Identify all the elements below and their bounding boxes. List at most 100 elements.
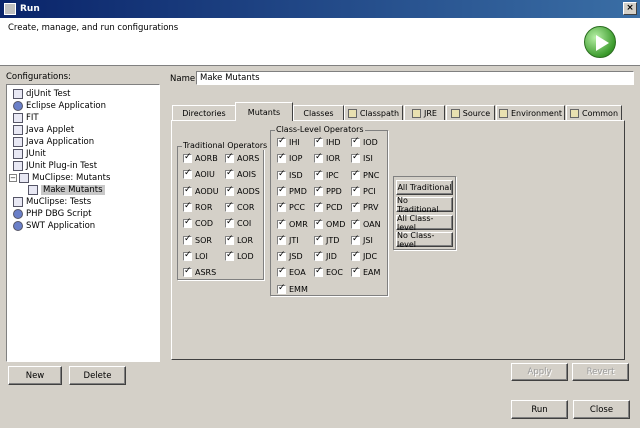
operator-checkbox-ihd[interactable]: IHD — [314, 136, 341, 147]
tab-environment[interactable]: Environment — [496, 105, 565, 120]
checkbox-checked-icon[interactable] — [351, 218, 360, 229]
tab-mutants[interactable]: Mutants — [235, 102, 293, 121]
checkbox-checked-icon[interactable] — [314, 234, 323, 245]
operator-checkbox-aorb[interactable]: AORB — [183, 152, 218, 163]
checkbox-checked-icon[interactable] — [314, 185, 323, 196]
operator-checkbox-loi[interactable]: LOI — [183, 250, 208, 261]
checkbox-checked-icon[interactable] — [314, 136, 323, 147]
checkbox-checked-icon[interactable] — [277, 266, 286, 278]
operator-checkbox-cod[interactable]: COD — [183, 217, 213, 229]
operator-checkbox-aoiu[interactable]: AOIU — [183, 168, 215, 180]
tab-classes[interactable]: Classes — [293, 105, 344, 120]
operator-checkbox-ihi[interactable]: IHI — [277, 136, 300, 147]
operator-checkbox-pmd[interactable]: PMD — [277, 185, 307, 196]
checkbox-checked-icon[interactable] — [225, 185, 234, 196]
configurations-tree[interactable]: djUnit Test Eclipse Application FIT Java Ap… — [6, 84, 160, 362]
operator-checkbox-pcd[interactable]: PCD — [314, 201, 343, 213]
checkbox-checked-icon[interactable] — [183, 201, 192, 212]
tab-classpath[interactable]: Classpath — [344, 105, 403, 120]
operator-checkbox-sor[interactable]: SOR — [183, 234, 212, 245]
tab-source[interactable]: Source — [446, 105, 495, 120]
collapse-icon[interactable]: − — [9, 174, 17, 182]
checkbox-checked-icon[interactable] — [277, 185, 286, 196]
checkbox-checked-icon[interactable] — [277, 136, 286, 147]
tree-item[interactable]: JUnit — [13, 148, 46, 160]
operator-checkbox-eoc[interactable]: EOC — [314, 266, 343, 278]
operator-checkbox-asrs[interactable]: ASRS — [183, 266, 216, 278]
checkbox-checked-icon[interactable] — [277, 152, 286, 164]
checkbox-checked-icon[interactable] — [183, 234, 192, 245]
window-close-button[interactable]: × — [623, 2, 637, 15]
checkbox-checked-icon[interactable] — [183, 152, 192, 163]
apply-button[interactable]: Apply — [511, 363, 568, 381]
operator-checkbox-ior[interactable]: IOR — [314, 152, 340, 164]
checkbox-checked-icon[interactable] — [277, 201, 286, 213]
operator-checkbox-aois[interactable]: AOIS — [225, 168, 256, 180]
operator-checkbox-eam[interactable]: EAM — [351, 266, 380, 278]
checkbox-checked-icon[interactable] — [351, 185, 360, 196]
checkbox-checked-icon[interactable] — [277, 218, 286, 229]
tree-item[interactable]: − MuClipse: Mutants — [9, 172, 110, 184]
checkbox-checked-icon[interactable] — [351, 234, 360, 245]
checkbox-checked-icon[interactable] — [351, 266, 360, 278]
checkbox-checked-icon[interactable] — [277, 169, 286, 180]
operator-checkbox-aors[interactable]: AORS — [225, 152, 259, 163]
checkbox-checked-icon[interactable] — [225, 201, 234, 212]
checkbox-checked-icon[interactable] — [277, 283, 286, 294]
checkbox-checked-icon[interactable] — [183, 168, 192, 180]
tab-directories[interactable]: Directories — [172, 105, 236, 120]
checkbox-checked-icon[interactable] — [351, 250, 360, 262]
operator-checkbox-lod[interactable]: LOD — [225, 250, 254, 261]
operator-checkbox-ppd[interactable]: PPD — [314, 185, 342, 196]
checkbox-checked-icon[interactable] — [183, 250, 192, 261]
operator-checkbox-jdc[interactable]: JDC — [351, 250, 377, 262]
checkbox-checked-icon[interactable] — [225, 168, 234, 180]
tree-item[interactable]: MuClipse: Tests — [13, 196, 91, 208]
checkbox-checked-icon[interactable] — [314, 201, 323, 213]
operator-checkbox-jtd[interactable]: JTD — [314, 234, 339, 245]
tree-item[interactable]: SWT Application — [13, 220, 95, 232]
operator-checkbox-isd[interactable]: ISD — [277, 169, 303, 180]
checkbox-checked-icon[interactable] — [351, 201, 360, 213]
operator-checkbox-jsd[interactable]: JSD — [277, 250, 303, 262]
operator-checkbox-oan[interactable]: OAN — [351, 218, 381, 229]
checkbox-checked-icon[interactable] — [314, 169, 323, 180]
checkbox-checked-icon[interactable] — [351, 169, 360, 180]
operator-checkbox-emm[interactable]: EMM — [277, 283, 308, 294]
checkbox-checked-icon[interactable] — [225, 152, 234, 163]
close-button[interactable]: Close — [573, 400, 630, 419]
no-class-level-button[interactable]: No Class-level — [396, 231, 453, 249]
no-traditional-button[interactable]: No Traditional — [396, 196, 453, 214]
operator-checkbox-omr[interactable]: OMR — [277, 218, 308, 229]
tab-common[interactable]: Common — [566, 105, 622, 120]
checkbox-checked-icon[interactable] — [277, 234, 286, 245]
operator-checkbox-isi[interactable]: ISI — [351, 152, 373, 164]
operator-checkbox-pnc[interactable]: PNC — [351, 169, 379, 180]
name-input[interactable] — [196, 71, 634, 85]
tree-item[interactable]: Make Mutants — [28, 184, 105, 196]
checkbox-checked-icon[interactable] — [314, 250, 323, 262]
new-button[interactable]: New — [8, 366, 62, 385]
tree-item[interactable]: Java Applet — [13, 124, 74, 136]
operator-checkbox-jid[interactable]: JID — [314, 250, 337, 262]
operator-checkbox-jti[interactable]: JTI — [277, 234, 299, 245]
operator-checkbox-ipc[interactable]: IPC — [314, 169, 339, 180]
checkbox-checked-icon[interactable] — [225, 234, 234, 245]
operator-checkbox-omd[interactable]: OMD — [314, 218, 345, 229]
checkbox-checked-icon[interactable] — [183, 217, 192, 229]
tree-item[interactable]: FIT — [13, 112, 39, 124]
tab-jre[interactable]: JRE — [404, 105, 445, 120]
checkbox-checked-icon[interactable] — [225, 250, 234, 261]
all-traditional-button[interactable]: All Traditional — [396, 180, 453, 195]
tree-item[interactable]: JUnit Plug-in Test — [13, 160, 97, 172]
operator-checkbox-ror[interactable]: ROR — [183, 201, 212, 212]
delete-button[interactable]: Delete — [69, 366, 126, 385]
operator-checkbox-jsi[interactable]: JSI — [351, 234, 373, 245]
operator-checkbox-aodu[interactable]: AODU — [183, 185, 219, 196]
checkbox-checked-icon[interactable] — [277, 250, 286, 262]
checkbox-checked-icon[interactable] — [351, 152, 360, 164]
operator-checkbox-iod[interactable]: IOD — [351, 136, 378, 147]
revert-button[interactable]: Revert — [572, 363, 629, 381]
checkbox-checked-icon[interactable] — [183, 185, 192, 196]
checkbox-checked-icon[interactable] — [351, 136, 360, 147]
